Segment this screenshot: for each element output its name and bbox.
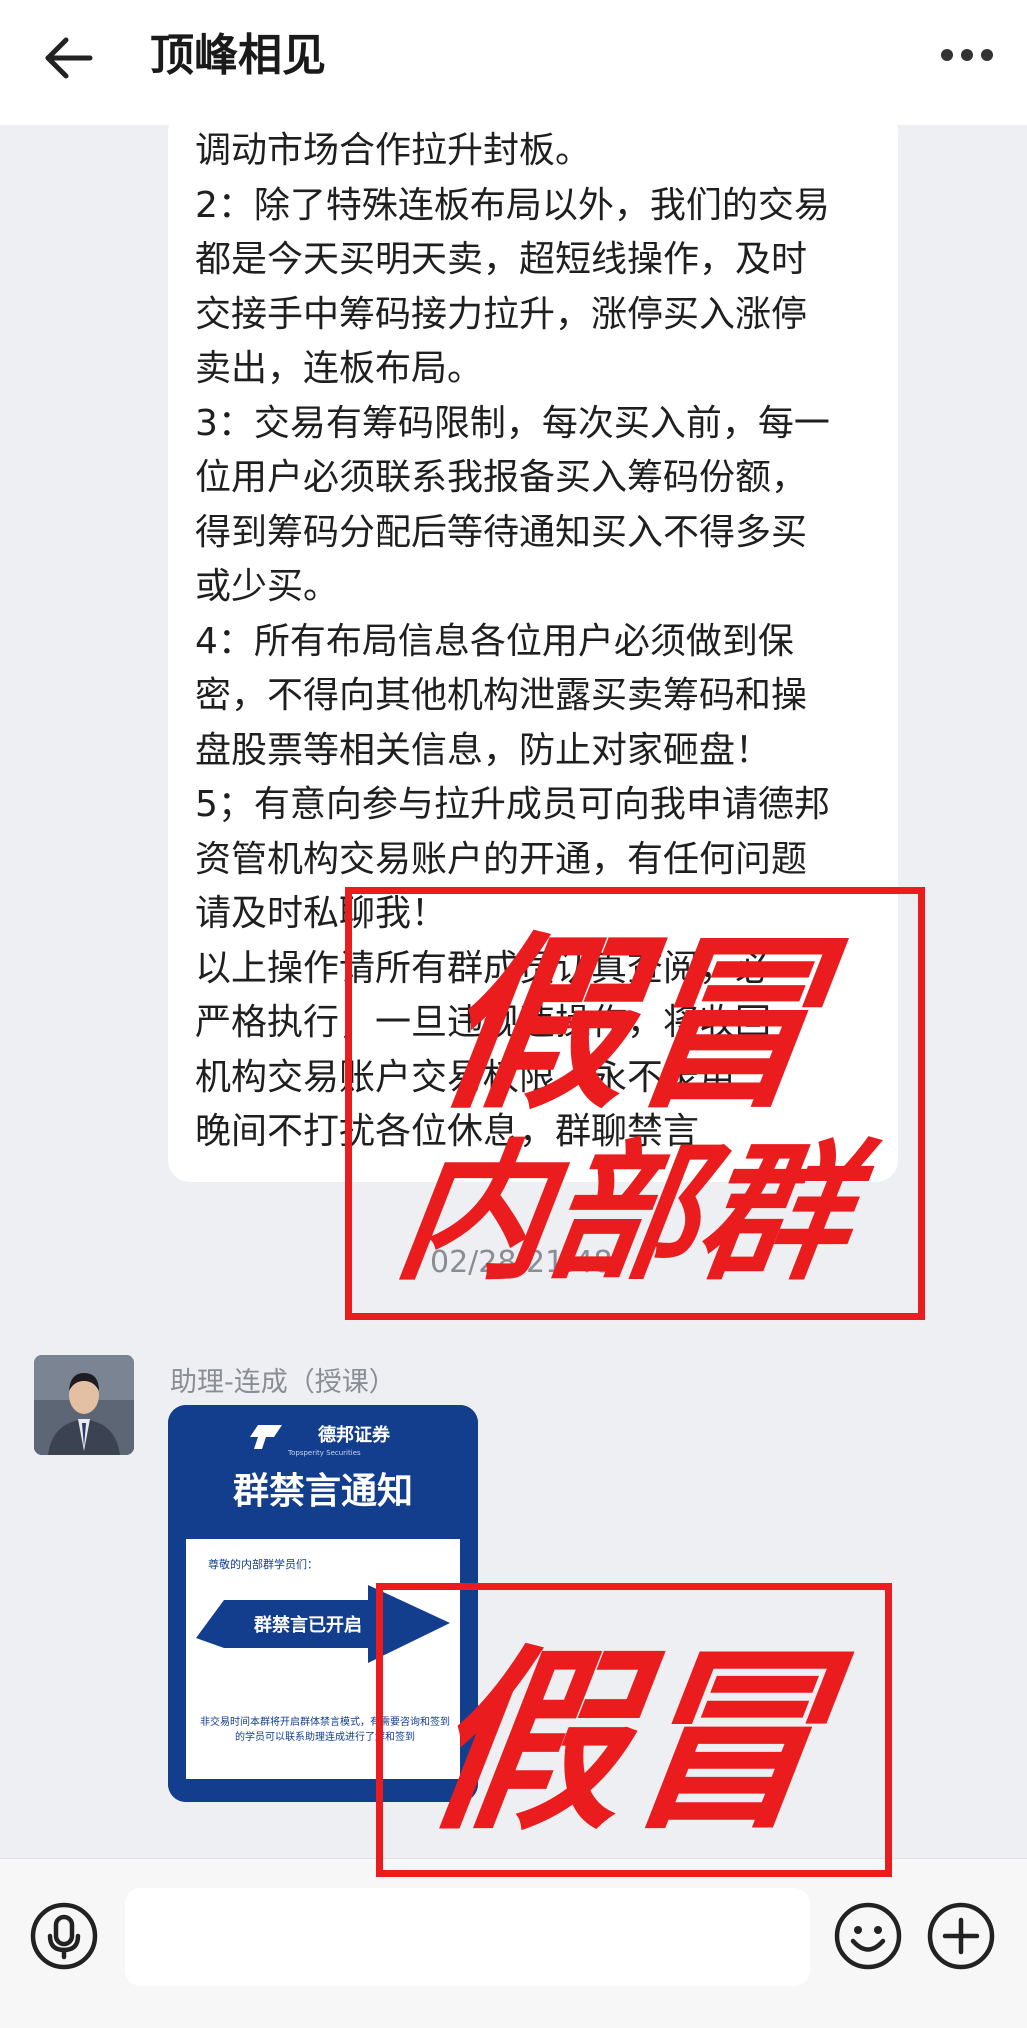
- message-line: 资管机构交易账户的开通，有任何问题: [195, 838, 808, 880]
- message-line: 密，不得向其他机构泄露买卖筹码和操: [195, 675, 808, 716]
- message-line: 位用户必须联系我报备买入筹码份额，: [195, 457, 808, 498]
- plus-circle-icon: [927, 1902, 995, 1970]
- person-avatar-icon: [34, 1355, 134, 1455]
- sender-name: 助理-连成（授课）: [170, 1367, 396, 1398]
- voice-button[interactable]: [28, 1900, 100, 1972]
- fake-warning-stamp: [376, 1583, 892, 1877]
- message-line: 交接手中筹码接力拉升，涨停买入涨停: [195, 293, 808, 335]
- fake-warning-stamp: [345, 887, 925, 1320]
- message-line: 4：所有布局信息各位用户必须做到保: [195, 620, 794, 662]
- message-line: 或少买。: [195, 566, 340, 607]
- back-button[interactable]: [40, 28, 100, 88]
- message-line: 2：除了特殊连板布局以外，我们的交易: [195, 184, 830, 226]
- more-button[interactable]: [937, 30, 997, 80]
- brand-name-en: Topsperity Securities: [287, 1449, 361, 1457]
- message-line: 得到筹码分配后等待通知买入不得多买: [195, 511, 808, 553]
- message-input[interactable]: [125, 1888, 810, 1986]
- smiley-icon: [834, 1902, 902, 1970]
- arrow-banner-text: 群禁言已开启: [254, 1614, 362, 1636]
- card-greeting: 尊敬的内部群学员们：: [208, 1557, 318, 1571]
- arrow-left-icon: [45, 37, 93, 79]
- message-line: 都是今天买明天卖，超短线操作，及时: [195, 239, 808, 280]
- chat-title: 顶峰相见: [150, 30, 326, 81]
- message-line: 卖出，连板布局。: [195, 348, 484, 389]
- more-dots-icon: [941, 49, 993, 61]
- card-title: 群禁言通知: [233, 1471, 413, 1512]
- microphone-icon: [30, 1902, 98, 1970]
- message-line: 盘股票等相关信息，防止对家砸盘！: [195, 729, 772, 771]
- avatar[interactable]: [34, 1355, 134, 1455]
- plus-button[interactable]: [925, 1900, 997, 1972]
- message-line: 5；有意向参与拉升成员可向我申请德邦: [195, 784, 830, 825]
- brand-name: 德邦证券: [318, 1424, 391, 1446]
- emoji-button[interactable]: [832, 1900, 904, 1972]
- message-line: 3：交易有筹码限制，每次买入前，每一: [195, 402, 830, 444]
- message-line: 调动市场合作拉升封板。: [195, 130, 592, 171]
- chat-header: 顶峰相见: [0, 0, 1027, 125]
